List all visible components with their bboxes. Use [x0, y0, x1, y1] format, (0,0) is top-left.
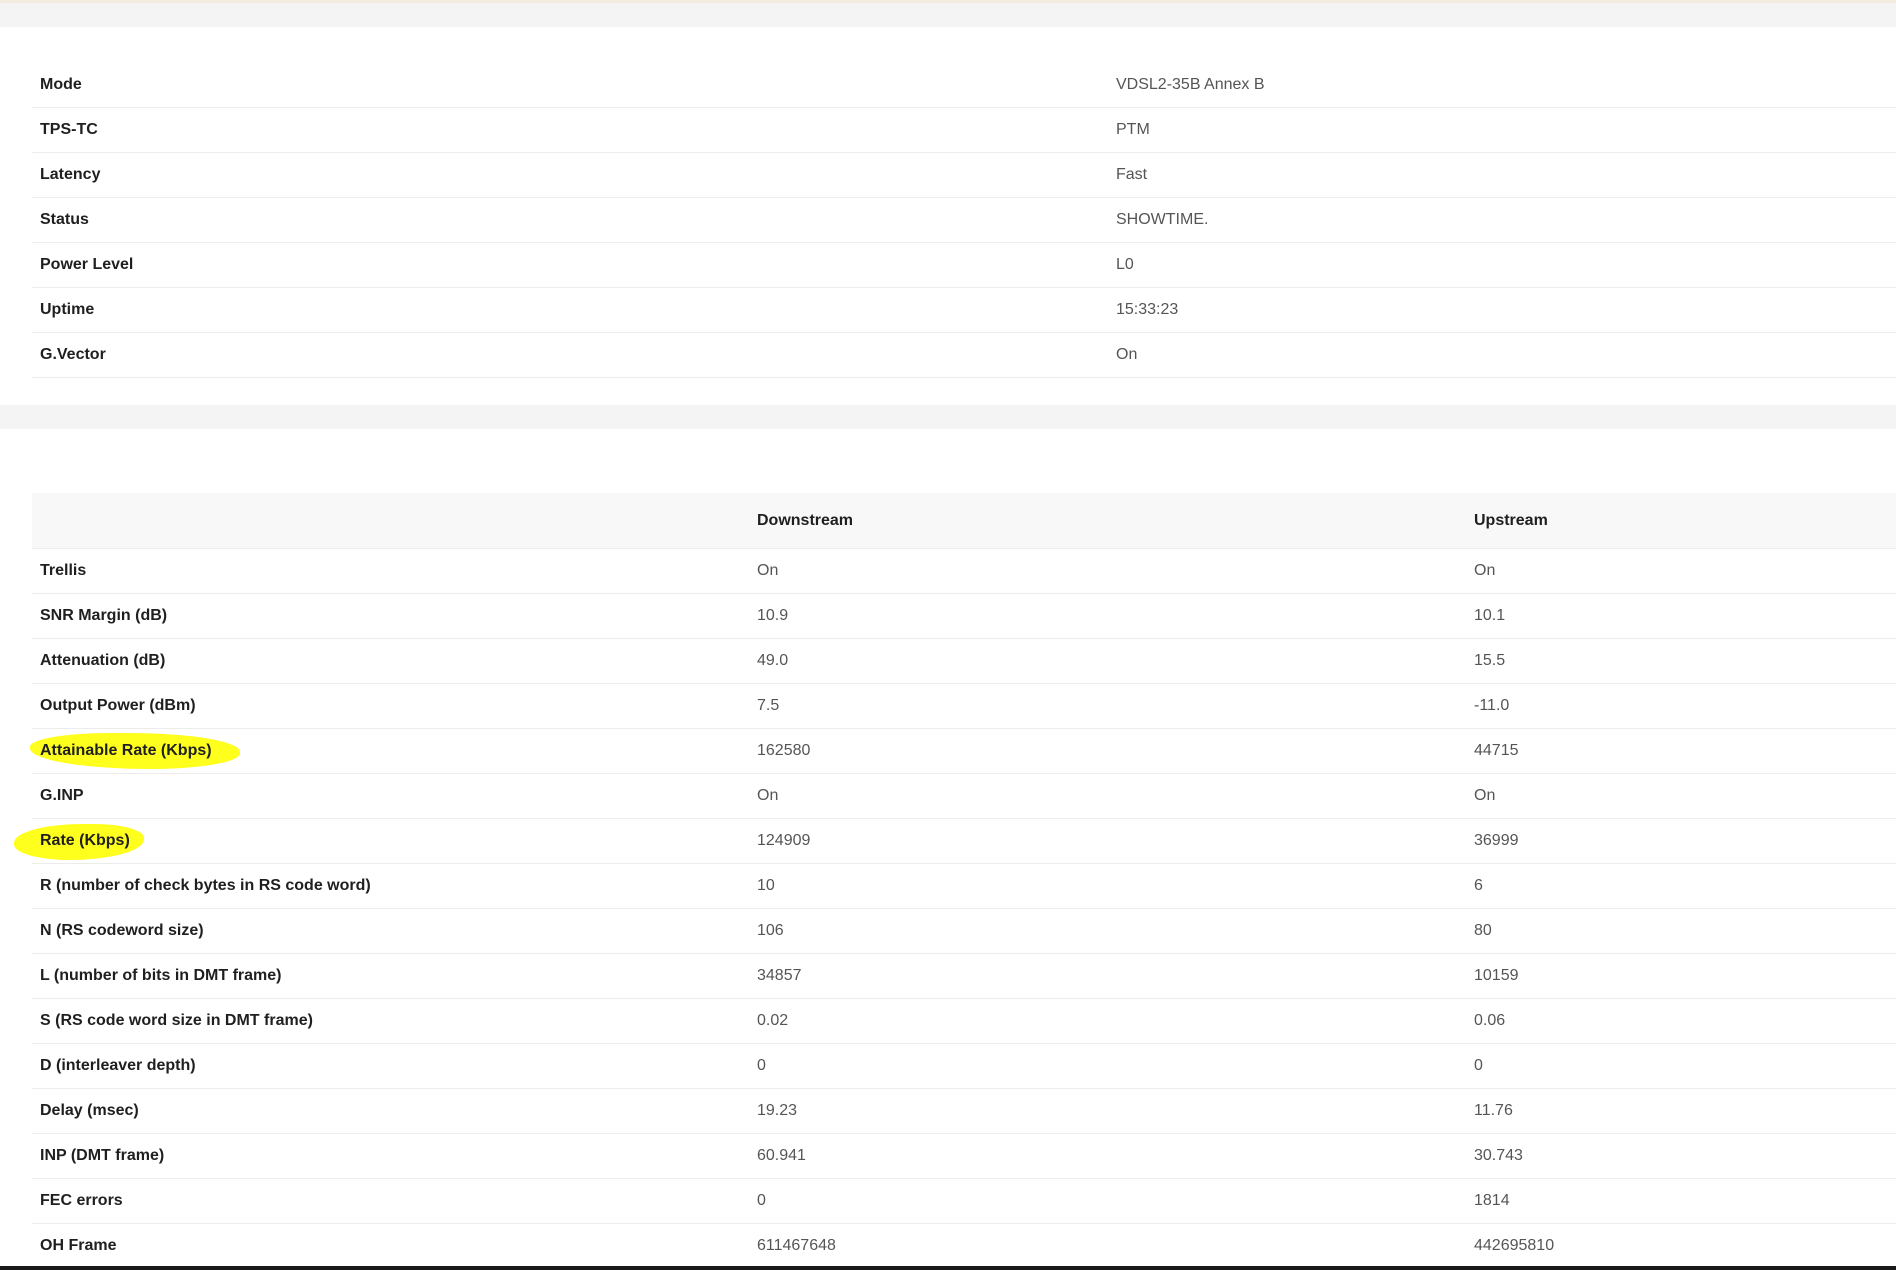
row-label: FEC errors — [32, 1178, 749, 1224]
table-row: Output Power (dBm) 7.5 -11.0 — [32, 683, 1896, 729]
upstream-value: On — [1466, 548, 1896, 594]
row-label: Status — [32, 197, 1108, 243]
upstream-value: On — [1466, 773, 1896, 819]
row-label: L (number of bits in DMT frame) — [32, 953, 749, 999]
header-downstream: Downstream — [749, 493, 1466, 549]
line-info-table: Mode VDSL2-35B Annex B TPS-TC PTM Latenc… — [32, 63, 1896, 378]
table-row: Power Level L0 — [32, 242, 1896, 288]
downstream-value: On — [749, 548, 1466, 594]
upstream-value: 11.76 — [1466, 1088, 1896, 1134]
downstream-value: 10 — [749, 863, 1466, 909]
row-label-highlighted: Attainable Rate (Kbps) — [30, 728, 749, 774]
row-value: PTM — [1108, 107, 1896, 153]
row-label: Attenuation (dB) — [32, 638, 749, 684]
downstream-value: 611467648 — [749, 1223, 1466, 1269]
row-label: D (interleaver depth) — [32, 1043, 749, 1089]
row-label: Delay (msec) — [32, 1088, 749, 1134]
row-label-highlighted: Rate (Kbps) — [14, 818, 749, 864]
row-value: On — [1108, 332, 1896, 378]
row-value: VDSL2-35B Annex B — [1108, 63, 1896, 108]
row-label: INP (DMT frame) — [32, 1133, 749, 1179]
yellow-highlight: Attainable Rate (Kbps) — [30, 733, 240, 769]
row-value: Fast — [1108, 152, 1896, 198]
row-label: TPS-TC — [32, 107, 1108, 153]
row-value: L0 — [1108, 242, 1896, 288]
line-info-card: Mode VDSL2-35B Annex B TPS-TC PTM Latenc… — [0, 27, 1896, 405]
row-label: N (RS codeword size) — [32, 908, 749, 954]
upstream-value: 0.06 — [1466, 998, 1896, 1044]
table-row: Latency Fast — [32, 152, 1896, 198]
table-row: OH Frame 611467648 442695810 — [32, 1223, 1896, 1269]
downstream-value: 10.9 — [749, 593, 1466, 639]
highlighted-label: Rate (Kbps) — [40, 832, 130, 849]
row-value: SHOWTIME. — [1108, 197, 1896, 243]
downstream-value: 0.02 — [749, 998, 1466, 1044]
upstream-value: 0 — [1466, 1043, 1896, 1089]
row-label: G.INP — [32, 773, 749, 819]
row-label: Trellis — [32, 548, 749, 594]
row-label: SNR Margin (dB) — [32, 593, 749, 639]
upstream-value: 44715 — [1466, 728, 1896, 774]
table-row: Trellis On On — [32, 548, 1896, 594]
upstream-value: 10159 — [1466, 953, 1896, 999]
row-label: Uptime — [32, 287, 1108, 333]
upstream-value: -11.0 — [1466, 683, 1896, 729]
table-row: Rate (Kbps) 124909 36999 — [14, 818, 1896, 864]
table-row: Attainable Rate (Kbps) 162580 44715 — [30, 728, 1896, 774]
upstream-value: 10.1 — [1466, 593, 1896, 639]
row-label: Power Level — [32, 242, 1108, 288]
upstream-value: 15.5 — [1466, 638, 1896, 684]
upstream-value: 1814 — [1466, 1178, 1896, 1224]
table-row: Status SHOWTIME. — [32, 197, 1896, 243]
table-row: D (interleaver depth) 0 0 — [32, 1043, 1896, 1089]
highlighted-label: Attainable Rate (Kbps) — [40, 742, 212, 759]
table-row: INP (DMT frame) 60.941 30.743 — [32, 1133, 1896, 1179]
upstream-value: 80 — [1466, 908, 1896, 954]
upstream-value: 442695810 — [1466, 1223, 1896, 1269]
downstream-value: 60.941 — [749, 1133, 1466, 1179]
downstream-value: 124909 — [749, 818, 1466, 864]
upstream-value: 6 — [1466, 863, 1896, 909]
downstream-value: On — [749, 773, 1466, 819]
table-row: R (number of check bytes in RS code word… — [32, 863, 1896, 909]
row-label: G.Vector — [32, 332, 1108, 378]
downstream-value: 19.23 — [749, 1088, 1466, 1134]
table-row: Uptime 15:33:23 — [32, 287, 1896, 333]
row-label: R (number of check bytes in RS code word… — [32, 863, 749, 909]
downstream-value: 7.5 — [749, 683, 1466, 729]
downstream-value: 49.0 — [749, 638, 1466, 684]
yellow-highlight: Rate (Kbps) — [14, 824, 144, 860]
downstream-value: 0 — [749, 1178, 1466, 1224]
bottom-rule — [0, 1266, 1896, 1270]
upstream-value: 30.743 — [1466, 1133, 1896, 1179]
table-row: TPS-TC PTM — [32, 107, 1896, 153]
table-row: SNR Margin (dB) 10.9 10.1 — [32, 593, 1896, 639]
row-label: Mode — [32, 63, 1108, 108]
table-row: S (RS code word size in DMT frame) 0.02 … — [32, 998, 1896, 1044]
header-label — [32, 493, 749, 549]
table-row: L (number of bits in DMT frame) 34857 10… — [32, 953, 1896, 999]
table-header-row: Downstream Upstream — [32, 493, 1896, 549]
line-stats-card: Downstream Upstream Trellis On On SNR Ma… — [0, 429, 1896, 1270]
table-row: Mode VDSL2-35B Annex B — [32, 63, 1896, 108]
table-row: FEC errors 0 1814 — [32, 1178, 1896, 1224]
row-label: OH Frame — [32, 1223, 749, 1269]
table-row: G.INP On On — [32, 773, 1896, 819]
table-row: G.Vector On — [32, 332, 1896, 378]
upstream-value: 36999 — [1466, 818, 1896, 864]
top-strip — [0, 0, 1896, 3]
downstream-value: 0 — [749, 1043, 1466, 1089]
downstream-value: 106 — [749, 908, 1466, 954]
row-label: Latency — [32, 152, 1108, 198]
table-row: Attenuation (dB) 49.0 15.5 — [32, 638, 1896, 684]
header-upstream: Upstream — [1466, 493, 1896, 549]
table-row: Delay (msec) 19.23 11.76 — [32, 1088, 1896, 1134]
downstream-value: 162580 — [749, 728, 1466, 774]
table-row: N (RS codeword size) 106 80 — [32, 908, 1896, 954]
row-value: 15:33:23 — [1108, 287, 1896, 333]
row-label: S (RS code word size in DMT frame) — [32, 998, 749, 1044]
line-stats-table: Downstream Upstream Trellis On On SNR Ma… — [14, 493, 1896, 1269]
downstream-value: 34857 — [749, 953, 1466, 999]
row-label: Output Power (dBm) — [32, 683, 749, 729]
